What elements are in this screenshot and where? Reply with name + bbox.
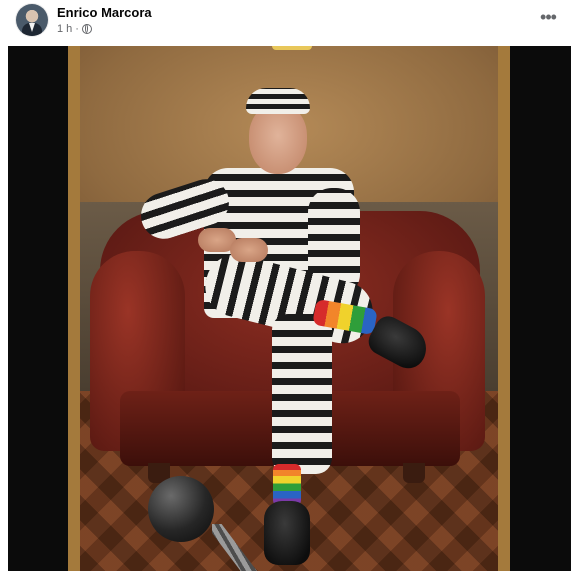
hand [230, 238, 268, 262]
author-avatar[interactable] [16, 4, 48, 36]
post-header: Enrico Marcora 1 h · ••• [0, 0, 573, 46]
post-timestamp[interactable]: 1 h [57, 23, 72, 35]
photo-lamp [272, 46, 312, 50]
armchair-leg [403, 463, 425, 483]
more-options-button[interactable]: ••• [535, 8, 561, 30]
post-meta: 1 h · [57, 23, 92, 35]
ball-and-chain [148, 476, 214, 542]
facebook-post: Enrico Marcora 1 h · ••• [0, 0, 573, 573]
striped-cap [246, 88, 310, 114]
rainbow-sock [273, 464, 301, 506]
striped-leg [272, 314, 332, 474]
globe-icon[interactable] [81, 24, 92, 34]
post-photo[interactable] [8, 46, 571, 571]
black-shoe [264, 501, 310, 565]
meta-separator: · [75, 23, 79, 35]
man-head [249, 104, 307, 174]
author-name[interactable]: Enrico Marcora [57, 5, 152, 20]
